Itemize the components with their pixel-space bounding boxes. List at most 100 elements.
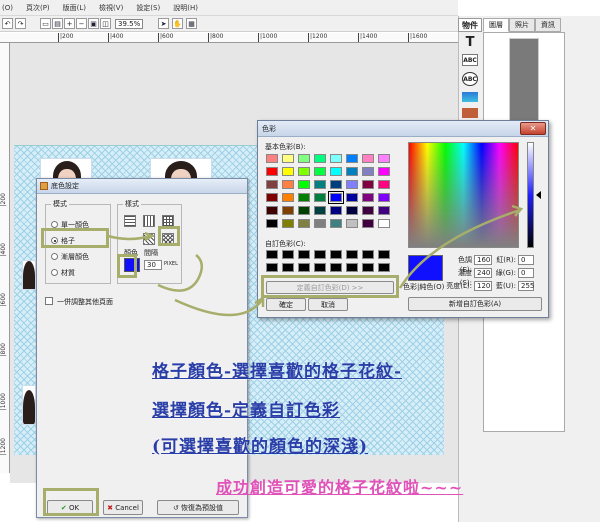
basic-color-swatch[interactable] (362, 206, 374, 215)
basic-color-swatch[interactable] (362, 167, 374, 176)
basic-color-swatch[interactable] (314, 206, 326, 215)
basic-color-swatch[interactable] (314, 154, 326, 163)
basic-color-swatch[interactable] (314, 167, 326, 176)
pointer-icon[interactable]: ➤ (158, 18, 169, 29)
basic-color-swatch[interactable] (330, 219, 342, 228)
basic-color-swatch[interactable] (346, 206, 358, 215)
basic-color-swatch[interactable] (346, 167, 358, 176)
custom-color-swatch[interactable] (362, 250, 374, 259)
basic-color-swatch[interactable] (314, 193, 326, 202)
custom-color-swatch[interactable] (330, 263, 342, 272)
basic-color-swatch[interactable] (282, 167, 294, 176)
objects-tab[interactable]: 物件 (458, 18, 482, 32)
menu-item-page[interactable]: 頁次(P) (26, 3, 50, 13)
basic-color-swatch[interactable] (282, 180, 294, 189)
basic-color-swatch[interactable] (378, 206, 390, 215)
mode-texture-radio[interactable]: 材質 (51, 266, 75, 279)
basic-color-swatch[interactable] (362, 154, 374, 163)
custom-color-swatch[interactable] (346, 263, 358, 272)
basic-color-swatch[interactable] (282, 219, 294, 228)
cancel-color-button[interactable]: 取消 (308, 298, 348, 311)
menu-item-view[interactable]: 檢視(V) (99, 3, 123, 13)
tab-layers[interactable]: 圖層 (483, 18, 509, 32)
basic-color-swatch[interactable] (330, 180, 342, 189)
basic-color-swatch[interactable] (266, 193, 278, 202)
basic-color-swatch[interactable] (362, 219, 374, 228)
paste-icon[interactable]: ▤ (52, 18, 63, 29)
basic-color-swatch[interactable] (266, 206, 278, 215)
style-horizontal-lines-icon[interactable] (124, 215, 136, 227)
mode-gradient-radio[interactable]: 漸層顏色 (51, 250, 89, 263)
basic-color-swatch[interactable] (378, 180, 390, 189)
copy-icon[interactable]: ▭ (40, 18, 51, 29)
undo-icon[interactable]: ↶ (2, 18, 13, 29)
frame-tool-icon[interactable] (462, 108, 478, 118)
apply-all-checkbox[interactable] (45, 297, 53, 305)
menu-item-layout[interactable]: 版面(L) (63, 3, 86, 13)
basic-color-swatch[interactable] (330, 206, 342, 215)
menu-item-help[interactable]: 說明(H) (173, 3, 198, 13)
basic-color-swatch[interactable] (266, 167, 278, 176)
tab-photos[interactable]: 照片 (509, 18, 535, 32)
custom-color-swatch[interactable] (378, 263, 390, 272)
zoom-in-icon[interactable]: + (64, 18, 75, 29)
text-tool-icon[interactable]: T (462, 36, 478, 50)
style-diagonal-icon[interactable] (143, 233, 155, 245)
basic-color-swatch[interactable] (298, 180, 310, 189)
custom-color-swatch[interactable] (362, 263, 374, 272)
menu-item-settings[interactable]: 設定(S) (136, 3, 160, 13)
zoom-level[interactable]: 39.5% (115, 19, 143, 29)
tab-info[interactable]: 資訊 (535, 18, 561, 32)
basic-color-swatch[interactable] (298, 219, 310, 228)
saturation-input[interactable]: 240 (474, 268, 492, 278)
balloon-text-icon[interactable]: ABC (462, 72, 478, 86)
custom-color-swatch[interactable] (298, 250, 310, 259)
basic-color-swatch[interactable] (282, 206, 294, 215)
add-custom-color-button[interactable]: 新增自訂色彩(A) (408, 297, 542, 311)
redo-icon[interactable]: ↷ (15, 18, 26, 29)
custom-color-swatch[interactable] (330, 250, 342, 259)
basic-color-swatch[interactable] (266, 154, 278, 163)
basic-color-swatch[interactable] (314, 180, 326, 189)
custom-color-swatch[interactable] (346, 250, 358, 259)
basic-color-swatch[interactable] (266, 219, 278, 228)
color-spectrum[interactable] (408, 142, 519, 248)
confirm-button[interactable]: 確定 (266, 298, 306, 311)
basic-color-swatch[interactable] (378, 219, 390, 228)
hand-icon[interactable]: ✋ (172, 18, 183, 29)
basic-color-swatch[interactable] (314, 219, 326, 228)
photo-frame[interactable] (22, 385, 36, 425)
close-button[interactable]: ✕ (520, 122, 546, 135)
fit-page-icon[interactable]: ▣ (88, 18, 99, 29)
basic-color-swatch[interactable] (282, 193, 294, 202)
custom-color-swatch[interactable] (266, 250, 278, 259)
basic-color-swatch[interactable] (298, 206, 310, 215)
grid-icon[interactable]: ▦ (186, 18, 197, 29)
basic-color-swatch[interactable] (346, 193, 358, 202)
basic-color-swatch[interactable] (362, 180, 374, 189)
basic-color-swatch[interactable] (346, 154, 358, 163)
basic-color-swatch[interactable] (298, 193, 310, 202)
actual-size-icon[interactable]: ◫ (100, 18, 111, 29)
style-vertical-lines-icon[interactable] (143, 215, 155, 227)
basic-color-swatch[interactable] (346, 180, 358, 189)
basic-color-swatch[interactable] (378, 167, 390, 176)
basic-color-swatch[interactable] (346, 219, 358, 228)
zoom-out-icon[interactable]: − (76, 18, 87, 29)
basic-color-swatch[interactable] (298, 154, 310, 163)
green-input[interactable]: 0 (518, 268, 534, 278)
image-tool-icon[interactable] (462, 92, 478, 102)
custom-color-swatch[interactable] (314, 250, 326, 259)
blue-input[interactable]: 255 (518, 281, 534, 291)
basic-color-swatch[interactable] (378, 193, 390, 202)
custom-color-swatch[interactable] (282, 263, 294, 272)
basic-color-swatch[interactable] (330, 167, 342, 176)
custom-color-swatch[interactable] (298, 263, 310, 272)
custom-color-swatch[interactable] (282, 250, 294, 259)
basic-color-swatch[interactable] (378, 154, 390, 163)
luminance-slider[interactable] (527, 142, 534, 248)
basic-color-swatch[interactable] (266, 180, 278, 189)
menu-item-o[interactable]: (O) (2, 4, 13, 12)
photo-frame[interactable] (22, 260, 36, 290)
spacing-input[interactable]: 30 (144, 260, 162, 270)
